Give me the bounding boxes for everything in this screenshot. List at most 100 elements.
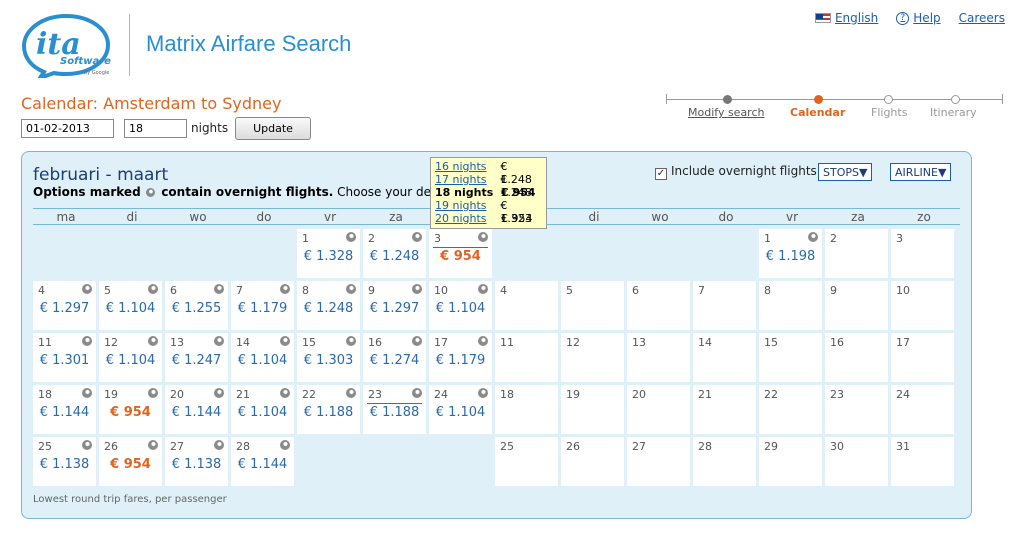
calendar-day-cell[interactable]: 23 € 1.188: [363, 385, 426, 434]
calendar-day-cell: 28: [693, 437, 756, 486]
fare-price[interactable]: € 1.104: [99, 353, 162, 368]
calendar-day-cell[interactable]: 25 € 1.138: [33, 437, 96, 486]
tooltip-row[interactable]: 20 nights € 954: [435, 212, 542, 225]
departure-date-input[interactable]: [21, 119, 114, 138]
fare-price[interactable]: € 1.179: [231, 301, 294, 316]
fare-price[interactable]: € 1.188: [297, 405, 360, 420]
fare-price[interactable]: € 1.138: [165, 457, 228, 472]
update-button[interactable]: Update: [235, 117, 311, 140]
day-number: 23: [368, 388, 382, 401]
overnight-flight-icon: [346, 284, 356, 294]
day-number: 9: [368, 284, 375, 297]
day-number: 6: [170, 284, 177, 297]
include-overnight-checkbox[interactable]: ✓: [655, 168, 667, 180]
calendar-day-cell[interactable]: 1 € 1.328: [297, 229, 360, 278]
calendar-day-cell[interactable]: 26 € 954: [99, 437, 162, 486]
calendar-day-cell[interactable]: 2 € 1.248: [363, 229, 426, 278]
tooltip-price: € 1.323: [500, 199, 532, 225]
fare-price[interactable]: € 1.255: [165, 301, 228, 316]
calendar-day-cell[interactable]: 27 € 1.138: [165, 437, 228, 486]
calendar-day-cell[interactable]: 21 € 1.104: [231, 385, 294, 434]
calendar-empty-cell: [693, 229, 756, 278]
fare-price[interactable]: € 1.328: [297, 249, 360, 264]
fare-footnote: Lowest round trip fares, per passenger: [33, 494, 227, 505]
fare-price[interactable]: € 1.144: [165, 405, 228, 420]
fare-price[interactable]: € 1.144: [231, 457, 294, 472]
tooltip-nights[interactable]: 16 nights: [435, 160, 500, 173]
overnight-flight-icon: [214, 284, 224, 294]
calendar-day-cell[interactable]: 14 € 1.104: [231, 333, 294, 382]
english-link[interactable]: English: [814, 11, 879, 25]
fare-price[interactable]: € 1.248: [363, 249, 426, 264]
calendar-day-cell[interactable]: 7 € 1.179: [231, 281, 294, 330]
english-link-label: English: [834, 11, 879, 25]
calendar-day-cell[interactable]: 3 € 954: [429, 229, 492, 278]
fare-price[interactable]: € 1.248: [297, 301, 360, 316]
calendar-day-cell[interactable]: 18 € 1.144: [33, 385, 96, 434]
calendar-day-cell[interactable]: 28 € 1.144: [231, 437, 294, 486]
calendar-day-cell[interactable]: 10 € 1.104: [429, 281, 492, 330]
day-number: 15: [302, 336, 316, 349]
calendar-day-cell[interactable]: 17 € 1.179: [429, 333, 492, 382]
day-number: 30: [830, 440, 844, 453]
careers-link[interactable]: Careers: [959, 11, 1005, 25]
fare-price[interactable]: € 1.144: [33, 405, 96, 420]
calendar-day-cell: 5: [561, 281, 624, 330]
fare-price[interactable]: € 1.104: [429, 301, 492, 316]
calendar-day-cell[interactable]: 19 € 954: [99, 385, 162, 434]
calendar-day-cell[interactable]: 1 € 1.198: [759, 229, 822, 278]
nights-input[interactable]: [124, 119, 187, 138]
calendar-day-cell[interactable]: 9 € 1.297: [363, 281, 426, 330]
calendar-day-cell[interactable]: 5 € 1.104: [99, 281, 162, 330]
fare-price[interactable]: € 1.297: [363, 301, 426, 316]
overnight-flight-icon: [280, 388, 290, 398]
fare-price[interactable]: € 1.188: [363, 405, 426, 420]
fare-price[interactable]: € 1.179: [429, 353, 492, 368]
tooltip-row[interactable]: 16 nights € 1.248: [435, 160, 542, 186]
calendar-empty-cell: [561, 229, 624, 278]
calendar-day-cell[interactable]: 20 € 1.144: [165, 385, 228, 434]
calendar-day-cell[interactable]: 16 € 1.274: [363, 333, 426, 382]
calendar-day-cell[interactable]: 15 € 1.303: [297, 333, 360, 382]
lowest-fare-price[interactable]: € 954: [429, 249, 492, 264]
calendar-day-cell[interactable]: 4 € 1.297: [33, 281, 96, 330]
calendar-day-cell: 22: [759, 385, 822, 434]
calendar-day-cell: 6: [627, 281, 690, 330]
calendar-day-cell: 8: [759, 281, 822, 330]
help-link[interactable]: ? Help: [896, 11, 941, 25]
tooltip-nights[interactable]: 19 nights: [435, 199, 500, 212]
airline-dropdown[interactable]: AIRLINE▼: [890, 163, 952, 181]
calendar-day-cell[interactable]: 11 € 1.301: [33, 333, 96, 382]
calendar-day-cell: 11: [495, 333, 558, 382]
fare-price[interactable]: € 1.104: [231, 405, 294, 420]
fare-price[interactable]: € 1.247: [165, 353, 228, 368]
overnight-flight-icon: [346, 232, 356, 242]
stops-dropdown[interactable]: STOPS▼: [818, 163, 873, 181]
tooltip-row[interactable]: 17 nights € 1.248: [435, 173, 542, 199]
calendar-day-cell[interactable]: 22 € 1.188: [297, 385, 360, 434]
tooltip-row[interactable]: 19 nights € 1.323: [435, 199, 542, 225]
calendar-day-cell[interactable]: 8 € 1.248: [297, 281, 360, 330]
day-number: 7: [236, 284, 243, 297]
step-modify-search[interactable]: Modify search: [688, 106, 764, 119]
day-number: 11: [38, 336, 52, 349]
fare-price[interactable]: € 1.303: [297, 353, 360, 368]
fare-price[interactable]: € 1.301: [33, 353, 96, 368]
calendar-day-cell[interactable]: 6 € 1.255: [165, 281, 228, 330]
fare-price[interactable]: € 1.198: [759, 249, 822, 264]
calendar-day-cell: 29: [759, 437, 822, 486]
fare-price[interactable]: € 1.104: [231, 353, 294, 368]
calendar-day-cell[interactable]: 12 € 1.104: [99, 333, 162, 382]
tooltip-nights[interactable]: 20 nights: [435, 212, 501, 225]
fare-price[interactable]: € 1.297: [33, 301, 96, 316]
calendar-day-cell[interactable]: 24 € 1.104: [429, 385, 492, 434]
fare-price[interactable]: € 1.274: [363, 353, 426, 368]
calendar-day-cell[interactable]: 13 € 1.247: [165, 333, 228, 382]
day-number: 13: [170, 336, 184, 349]
fare-price[interactable]: € 1.138: [33, 457, 96, 472]
fare-price[interactable]: € 1.104: [429, 405, 492, 420]
fare-price[interactable]: € 1.104: [99, 301, 162, 316]
lowest-fare-price[interactable]: € 954: [99, 405, 162, 420]
lowest-fare-price[interactable]: € 954: [99, 457, 162, 472]
tooltip-nights[interactable]: 17 nights: [435, 173, 500, 186]
